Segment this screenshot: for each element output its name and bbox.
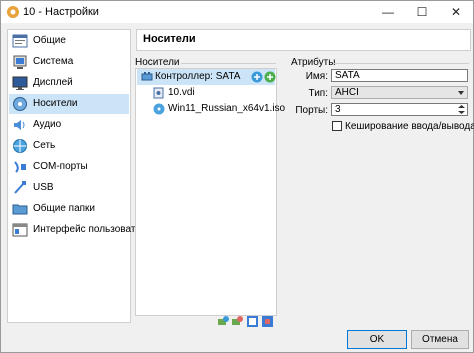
tree-item-hard-disk[interactable]: 10.vdi	[137, 85, 275, 101]
type-value: AHCI	[335, 87, 359, 98]
tree-item-controller[interactable]: Контроллер: SATA	[137, 69, 276, 85]
sidebar-item-user-interface[interactable]: Интерфейс пользователя	[9, 220, 152, 240]
cache-io-checkbox[interactable]	[332, 121, 342, 131]
chevron-down-icon	[458, 91, 464, 95]
name-field[interactable]: SATA	[331, 69, 468, 82]
device-name: Win11_Russian_x64v1.iso	[168, 103, 286, 114]
sidebar-item-label: Общие папки	[33, 203, 96, 214]
settings-window: 10 - Настройки — ☐ ✕ Общие Система Диспл…	[0, 0, 474, 353]
display-icon	[12, 76, 28, 90]
general-icon	[12, 34, 28, 48]
sidebar-item-label: Система	[33, 56, 74, 67]
user-interface-icon	[12, 223, 28, 237]
page-title: Носители	[143, 33, 196, 45]
sidebar-item-label: Интерфейс пользователя	[33, 224, 152, 235]
network-icon	[13, 139, 27, 153]
sidebar-item-serial-ports[interactable]: COM-порты	[9, 157, 129, 177]
system-icon	[13, 55, 27, 69]
sidebar-item-shared-folders[interactable]: Общие папки	[9, 199, 129, 219]
serial-ports-icon	[14, 161, 26, 173]
storage-devices-label: Носители	[135, 57, 180, 68]
type-label: Тип:	[308, 88, 328, 99]
add-optical-drive-icon[interactable]	[251, 71, 263, 83]
sidebar-item-label: Дисплей	[33, 77, 73, 88]
ports-label: Порты:	[295, 105, 328, 116]
maximize-button[interactable]: ☐	[405, 1, 439, 23]
device-name: 10.vdi	[168, 87, 195, 98]
divider	[334, 63, 469, 64]
sidebar-item-label: USB	[33, 182, 54, 193]
usb-icon	[14, 181, 26, 194]
gear-icon	[7, 6, 19, 18]
optical-disc-icon	[153, 103, 165, 115]
controller-icon	[141, 72, 153, 81]
settings-sidebar: Общие Система Дисплей Носители Аудио Сет…	[7, 29, 152, 323]
ok-button[interactable]: OK	[347, 330, 407, 349]
ports-spinbox[interactable]: 3	[331, 103, 468, 116]
audio-icon	[14, 120, 25, 130]
page-header: Носители	[136, 29, 471, 51]
spin-down-icon[interactable]	[457, 110, 466, 115]
storage-tree[interactable]: Контроллер: SATA 10.vdi Win11_Russian_x6…	[135, 68, 285, 316]
sidebar-item-label: Сеть	[33, 140, 56, 151]
title-bar: 10 - Настройки — ☐ ✕	[1, 1, 473, 23]
storage-icon	[13, 97, 27, 111]
controller-label: Контроллер: SATA	[155, 71, 241, 82]
sidebar-item-display[interactable]: Дисплей	[9, 73, 129, 93]
dialog-buttons: OK Отмена	[1, 325, 473, 353]
name-label: Имя:	[305, 71, 328, 82]
hard-disk-icon	[153, 87, 164, 99]
divider	[181, 63, 276, 64]
sidebar-item-system[interactable]: Система	[9, 52, 129, 72]
minimize-button[interactable]: —	[371, 1, 405, 23]
tree-item-optical-disc[interactable]: Win11_Russian_x64v1.iso	[137, 101, 285, 117]
add-hard-disk-icon[interactable]	[264, 71, 276, 83]
window-title: 10 - Настройки	[23, 6, 99, 18]
sidebar-item-label: Общие	[33, 35, 66, 46]
ports-value: 3	[335, 104, 341, 115]
sidebar-item-network[interactable]: Сеть	[9, 136, 129, 156]
sidebar-item-label: Аудио	[33, 119, 62, 130]
sidebar-item-label: Носители	[33, 98, 78, 109]
cancel-button[interactable]: Отмена	[411, 330, 469, 349]
shared-folders-icon	[12, 204, 28, 215]
type-select[interactable]: AHCI	[331, 86, 468, 99]
attributes-label: Атрибуты	[291, 57, 336, 68]
spin-up-icon[interactable]	[457, 104, 466, 109]
sidebar-item-general[interactable]: Общие	[9, 31, 129, 51]
cache-io-label: Кеширование ввода/вывода	[345, 121, 474, 132]
sidebar-item-audio[interactable]: Аудио	[9, 115, 129, 135]
sidebar-item-usb[interactable]: USB	[9, 178, 129, 198]
sidebar-item-label: COM-порты	[33, 161, 88, 172]
sidebar-item-storage[interactable]: Носители	[9, 94, 129, 114]
close-button[interactable]: ✕	[439, 1, 473, 23]
